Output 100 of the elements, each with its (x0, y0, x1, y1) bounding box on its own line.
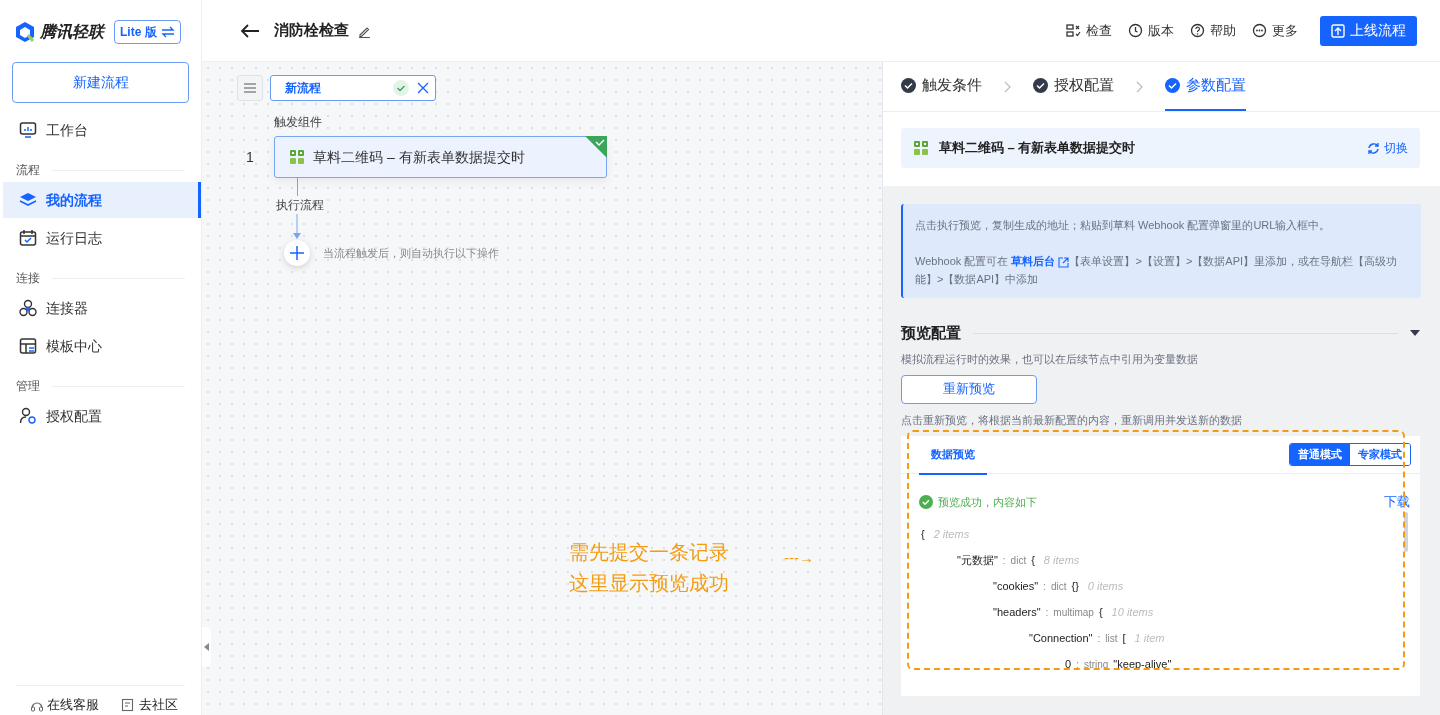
clock-icon (1128, 23, 1143, 38)
footer-link[interactable]: 在线客服 (30, 694, 100, 715)
step-tab[interactable]: 触发条件 (901, 62, 982, 111)
qr-icon (913, 140, 929, 156)
row-number: 1 (245, 147, 255, 167)
status-text: 预览成功，内容如下 (938, 494, 1037, 510)
back-icon[interactable] (240, 22, 260, 39)
bracket: { (921, 526, 925, 542)
info-text: Webhook 配置可在 草料后台 【表单设置】>【设置】>【数据API】里添加，或在导航栏【高级功能】>【数据API】中添加 (915, 254, 1399, 287)
collapse-handle[interactable] (202, 627, 211, 667)
toolbar-button[interactable]: 版本 (1128, 20, 1174, 41)
new-flow-button[interactable]: 新建流程 (12, 62, 189, 103)
section-label: 管理 (0, 365, 201, 397)
trigger-card[interactable]: 草料二维码 – 有新表单数据提交时 (274, 136, 607, 178)
tree-key: "Connection" (1029, 629, 1093, 646)
trigger-text: 草料二维码 – 有新表单数据提交时 (313, 147, 525, 167)
description-text: 模拟流程运行时的效果，也可以在后续节点中引用为变量数据 (901, 352, 1199, 367)
repreview-button[interactable]: 重新预览 (901, 374, 1037, 404)
toolbar-button[interactable]: 帮助 (1190, 20, 1236, 41)
section-label: 连接 (0, 257, 201, 289)
external-link-icon (1058, 256, 1070, 268)
confirm-icon[interactable] (392, 80, 409, 96)
section-label: 执行流程 (274, 196, 326, 214)
plus-icon (290, 246, 304, 260)
hint-text: 点击重新预览，将根据当前最新配置的内容，重新调用并发送新的数据 (901, 412, 1243, 428)
caret-icon[interactable] (1410, 330, 1420, 336)
publish-button[interactable]: 上线流程 (1320, 15, 1417, 46)
footer-link[interactable]: 去社区 (121, 694, 178, 715)
mode-toggle[interactable]: 普通模式 (1290, 444, 1350, 465)
scrollbar-thumb[interactable] (1404, 511, 1408, 552)
add-step-button[interactable] (284, 240, 310, 266)
connector-arrow (292, 214, 302, 240)
name-field[interactable]: 新流程 (284, 79, 385, 97)
sidebar-item[interactable]: 模板中心 (3, 328, 201, 364)
upload-icon (1331, 23, 1345, 38)
hint-text: 当流程触发后，则自动执行以下操作 (323, 245, 499, 261)
note-icon (121, 697, 136, 712)
menu-icon (244, 83, 256, 93)
sidebar-item[interactable]: 授权配置 (3, 398, 201, 434)
checklist-icon (1066, 23, 1081, 38)
type-label: list (1105, 631, 1118, 646)
edition-badge[interactable]: Lite 版 (114, 20, 181, 44)
type-label: multimap (1053, 605, 1094, 620)
item-count: 8 items (1043, 552, 1080, 568)
step-tab[interactable]: 授权配置 (1033, 62, 1114, 111)
refresh-icon (1367, 141, 1380, 155)
section-title: 预览配置 (901, 324, 961, 342)
switch-button[interactable]: 切换 (1367, 139, 1408, 157)
tree-colon: : (1045, 605, 1049, 620)
qr-icon (289, 149, 305, 165)
bracket: { (1098, 604, 1103, 620)
summary-text: 草料二维码 – 有新表单数据提交时 (939, 139, 1136, 158)
check-circle-icon (1165, 78, 1180, 93)
toolbar-button[interactable]: 检查 (1066, 20, 1112, 41)
type-label: string (1083, 657, 1109, 672)
user-icon (19, 407, 37, 425)
bracket: { (1031, 552, 1035, 568)
item-count: 2 items (933, 526, 970, 542)
name-field-box[interactable]: 新流程 (269, 75, 436, 101)
bracket: [ (1122, 630, 1126, 646)
chevron-icon (1004, 80, 1011, 93)
success-icon (919, 494, 933, 509)
check-circle-icon (1033, 78, 1048, 93)
toolbar-button[interactable]: 更多 (1252, 20, 1298, 41)
annotation-arrow: ---→ (784, 548, 814, 568)
calendar-icon (19, 229, 37, 247)
sidebar-item[interactable]: 连接器 (3, 290, 201, 326)
type-label: dict (1050, 579, 1067, 594)
bracket: {} (1071, 578, 1079, 594)
brand-name: 腾讯轻联 (40, 22, 104, 42)
check-circle-icon (901, 78, 916, 93)
help-icon (1190, 23, 1205, 38)
layers-icon (19, 191, 37, 209)
item-count: 10 items (1111, 604, 1154, 620)
logo-icon (14, 21, 36, 43)
item-count: 0 items (1087, 578, 1124, 594)
menu-button[interactable] (237, 75, 263, 101)
tree-colon: : (1002, 553, 1006, 568)
more-icon (1252, 23, 1267, 38)
flow-title: 消防栓检查 (274, 20, 349, 41)
external-link[interactable]: 草料后台 (1011, 255, 1070, 267)
item-count: 1 item (1134, 630, 1165, 646)
tree-key: 0 (1065, 655, 1072, 672)
close-icon[interactable] (416, 82, 429, 94)
sidebar-item[interactable]: 运行日志 (3, 220, 201, 256)
tree-colon: : (1043, 579, 1046, 594)
monitor-icon (19, 121, 37, 139)
section-label: 触发组件 (274, 114, 322, 131)
annotation-text: 需先提交一条记录 这里显示预览成功 (569, 540, 729, 596)
chevron-icon (1136, 80, 1143, 93)
tree-value: "keep-alive" (1113, 656, 1172, 672)
tree-key: "cookies" (993, 577, 1039, 594)
tree-key: "元数据" (957, 551, 998, 568)
sidebar-item[interactable]: 工作台 (3, 112, 201, 148)
template-icon (19, 337, 37, 355)
swap-icon (160, 26, 175, 38)
info-text: 点击执行预览，复制生成的地址；粘贴到草料 Webhook 配置弹窗里的URL输入框中。 (915, 218, 1332, 233)
preview-tab[interactable]: 数据预览 (919, 436, 987, 475)
section-label: 流程 (0, 149, 201, 181)
sidebar-item[interactable]: 我的流程 (3, 182, 201, 218)
